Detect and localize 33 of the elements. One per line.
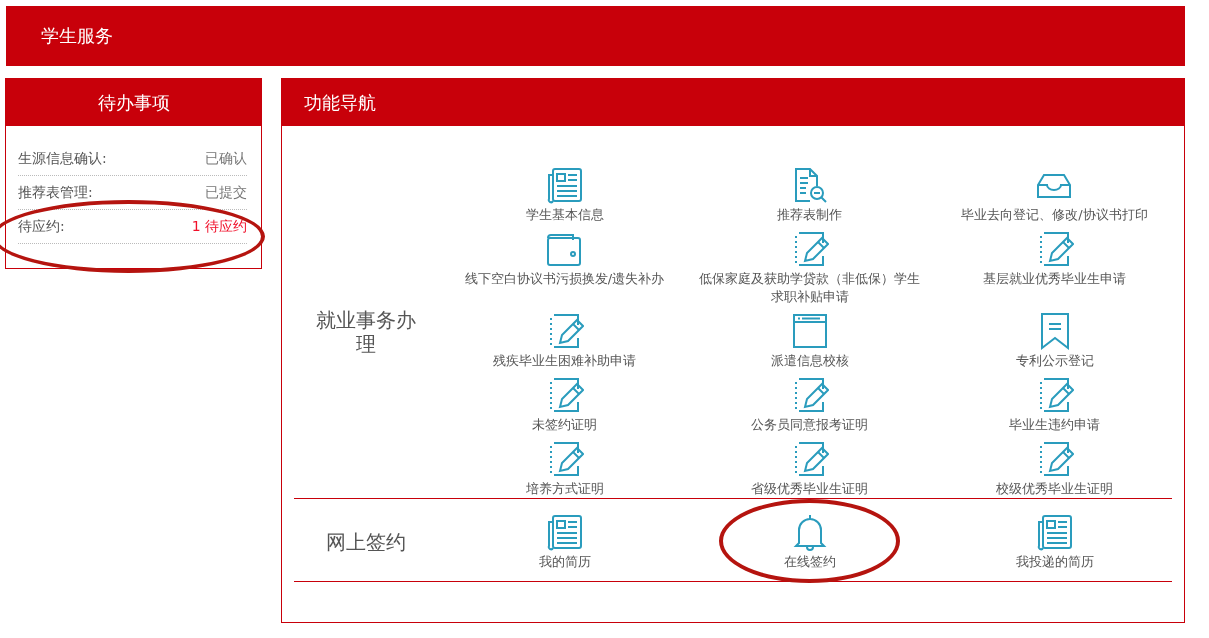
todo-label: 生源信息确认: <box>18 149 107 168</box>
nav-item[interactable]: 学生基本信息 <box>525 166 604 224</box>
newspaper-icon <box>545 513 584 551</box>
nav-item[interactable]: 我的简历 <box>538 513 591 571</box>
page-title: 学生服务 <box>41 24 113 48</box>
panel-title: 待办事项 <box>97 90 170 115</box>
browser-window-icon <box>790 312 829 350</box>
nav-item[interactable]: 残疾毕业生困难补助申请 <box>493 312 636 370</box>
nav-item[interactable]: 我投递的简历 <box>1015 513 1094 571</box>
section-label: 网上签约 <box>325 530 407 554</box>
nav-item[interactable]: 未签约证明 <box>532 376 597 434</box>
nav-item[interactable]: 毕业去向登记、修改/协议书打印 <box>961 166 1148 224</box>
nav-item[interactable]: 派遣信息校核 <box>770 312 849 370</box>
todo-label: 推荐表管理: <box>18 183 93 202</box>
nav-item[interactable]: 线下空白协议书污损换发/遗失补办 <box>464 230 665 288</box>
nav-item[interactable]: 培养方式证明 <box>525 440 604 498</box>
nav-item[interactable]: 毕业生违约申请 <box>1009 376 1100 434</box>
section-label: 就业事务办理 <box>315 308 417 356</box>
newspaper-icon <box>545 166 584 204</box>
nav-item[interactable]: 省级优秀毕业生证明 <box>751 440 868 498</box>
panel-title: 功能导航 <box>304 90 376 115</box>
nav-item[interactable]: 在线签约 <box>783 513 836 571</box>
todo-status: 已提交 <box>205 183 247 202</box>
nav-item[interactable]: 推荐表制作 <box>777 166 842 224</box>
todo-status: 1 待应约 <box>191 217 247 236</box>
todo-status: 已确认 <box>205 149 247 168</box>
newspaper-icon <box>1035 513 1074 551</box>
nav-item[interactable]: 低保家庭及获助学贷款（非低保）学生求职补贴申请 <box>693 230 926 306</box>
todo-label: 待应约: <box>18 217 65 236</box>
nav-item[interactable]: 专利公示登记 <box>1015 312 1094 370</box>
nav-item[interactable]: 基层就业优秀毕业生申请 <box>983 230 1126 288</box>
nav-item[interactable]: 公务员同意报考证明 <box>751 376 868 434</box>
nav-item[interactable]: 校级优秀毕业生证明 <box>996 440 1113 498</box>
